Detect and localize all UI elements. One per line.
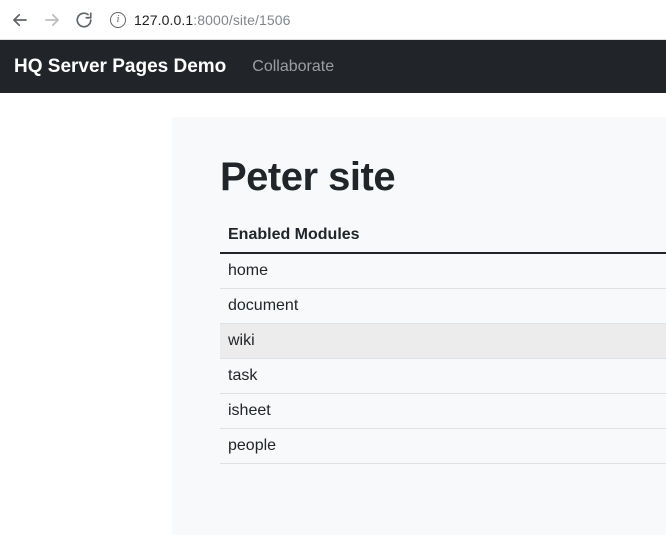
- module-cell: isheet: [220, 394, 666, 429]
- url-text: 127.0.0.1:8000/site/1506: [134, 12, 291, 28]
- forward-button[interactable]: [42, 10, 62, 30]
- table-row[interactable]: document: [220, 289, 666, 324]
- module-cell: task: [220, 359, 666, 394]
- module-cell: home: [220, 253, 666, 289]
- table-row[interactable]: isheet: [220, 394, 666, 429]
- table-row[interactable]: wiki: [220, 324, 666, 359]
- table-row[interactable]: people: [220, 429, 666, 464]
- modules-table-header: Enabled Modules: [220, 218, 666, 253]
- modules-table: Enabled Modules homedocumentwikitaskishe…: [220, 218, 666, 464]
- nav-link-collaborate[interactable]: Collaborate: [252, 58, 334, 76]
- brand-title[interactable]: HQ Server Pages Demo: [14, 56, 226, 78]
- main-panel: Peter site Enabled Modules homedocumentw…: [172, 117, 666, 535]
- table-row[interactable]: home: [220, 253, 666, 289]
- module-cell: document: [220, 289, 666, 324]
- address-bar[interactable]: i 127.0.0.1:8000/site/1506: [106, 5, 656, 35]
- app-navbar: HQ Server Pages Demo Collaborate: [0, 40, 666, 93]
- back-button[interactable]: [10, 10, 30, 30]
- reload-button[interactable]: [74, 10, 94, 30]
- table-row[interactable]: task: [220, 359, 666, 394]
- module-cell: people: [220, 429, 666, 464]
- module-cell: wiki: [220, 324, 666, 359]
- page-title: Peter site: [220, 155, 666, 200]
- site-info-icon[interactable]: i: [110, 12, 126, 28]
- browser-toolbar: i 127.0.0.1:8000/site/1506: [0, 0, 666, 40]
